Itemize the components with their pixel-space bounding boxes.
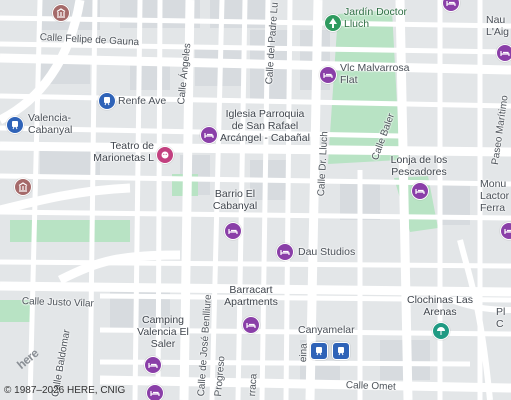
- place-label-valencia-cabanyal: Valencia-Cabanyal: [28, 112, 73, 136]
- tree-icon[interactable]: [324, 14, 342, 32]
- place-label-jardin-doctor-lluch: Jardín Doctor Lluch: [344, 6, 408, 30]
- theater-icon[interactable]: [156, 146, 174, 164]
- bed-icon[interactable]: [200, 126, 218, 144]
- place-label-pl: Pl C: [496, 306, 506, 330]
- place-label-renfe-ave: Renfe Ave: [118, 95, 167, 107]
- place-label-camping: Camping Valencia El Saler: [137, 314, 189, 350]
- bed-icon[interactable]: [144, 356, 162, 374]
- street-label-rraca: rraca: [247, 373, 260, 397]
- train-icon[interactable]: [98, 92, 116, 110]
- bed-icon[interactable]: [224, 222, 242, 240]
- umbrella-icon[interactable]: [432, 322, 450, 340]
- place-label-dau-studios: Dau Studios: [298, 246, 356, 258]
- bed-icon[interactable]: [496, 44, 511, 62]
- place-label-barracart: Barracart Apartments: [224, 284, 278, 308]
- bed-icon[interactable]: [242, 316, 260, 334]
- map-canvas[interactable]: Calle Felipe de Gauna Calle Ángeles Call…: [0, 0, 511, 400]
- building-icon[interactable]: [14, 178, 32, 196]
- map-attribution: © 1987–2026 HERE, CNIG: [4, 385, 126, 396]
- place-label-nau: Nau L'Aig: [486, 14, 510, 38]
- bed-icon[interactable]: [319, 66, 337, 84]
- street-label-omet: Calle Omet: [345, 380, 396, 393]
- building-icon[interactable]: [52, 4, 70, 22]
- place-label-monu: Monu Lactor Ferra: [480, 178, 510, 214]
- train-icon[interactable]: [6, 116, 24, 134]
- bed-icon[interactable]: [276, 243, 294, 261]
- bed-icon[interactable]: [500, 222, 511, 240]
- bed-icon[interactable]: [146, 384, 164, 400]
- street-label-eina: eina: [298, 343, 310, 363]
- bed-icon[interactable]: [411, 182, 429, 200]
- place-label-teatro: Teatro de Marionetas L: [93, 140, 154, 164]
- place-label-barrio: Barrio El Cabanyal: [212, 188, 258, 212]
- place-label-vlc-malvarrosa-flat: Vlc Malvarrosa Flat: [340, 62, 410, 86]
- train-icon[interactable]: [310, 342, 328, 360]
- place-label-clochinas: Clochinas Las Arenas: [407, 294, 473, 318]
- place-label-canyamelar: Canyamelar: [298, 324, 355, 336]
- place-label-lonja: Lonja de los Pescadores: [390, 154, 448, 178]
- place-label-iglesia: Iglesia Parroquia de San Rafael Arcángel…: [220, 108, 310, 144]
- train-icon[interactable]: [332, 342, 350, 360]
